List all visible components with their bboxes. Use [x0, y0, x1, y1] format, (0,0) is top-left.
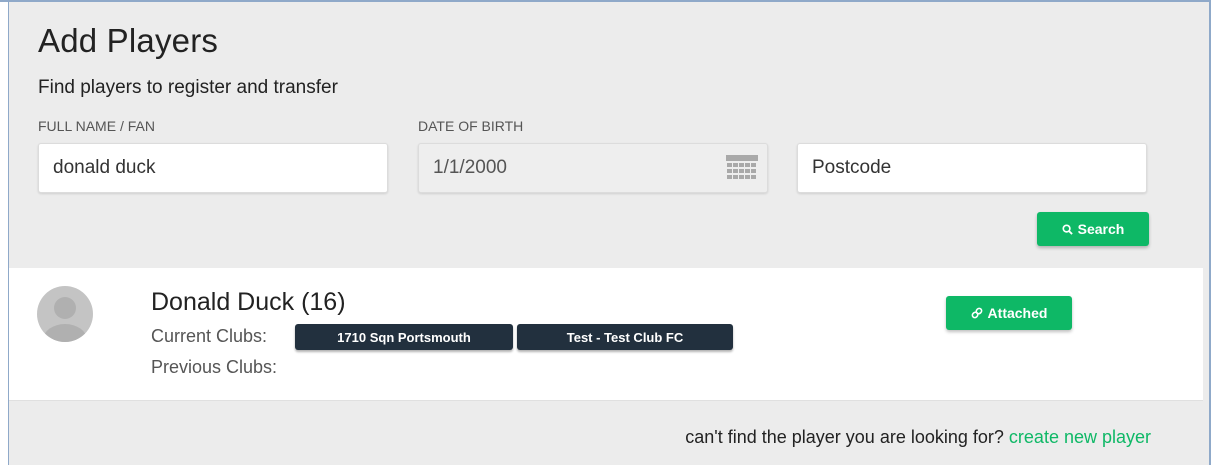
player-result-row: Donald Duck (16) Current Clubs: 1710 Sqn…: [9, 268, 1203, 401]
footer-note: can't find the player you are looking fo…: [685, 427, 1151, 448]
search-button-label: Search: [1077, 221, 1125, 237]
attached-button-label: Attached: [987, 305, 1048, 321]
club-badge: 1710 Sqn Portsmouth: [295, 324, 513, 350]
page-title: Add Players: [38, 22, 219, 59]
calendar-icon[interactable]: [726, 155, 758, 182]
previous-clubs-label: Previous Clubs:: [151, 357, 278, 377]
create-new-player-link[interactable]: create new player: [1009, 427, 1151, 447]
date-of-birth-input[interactable]: [418, 143, 768, 193]
page-subtitle: Find players to register and transfer: [38, 77, 338, 98]
attached-button[interactable]: Attached: [946, 296, 1072, 330]
search-icon: [1062, 223, 1073, 235]
full-name-label: FULL NAME / FAN: [38, 118, 155, 134]
date-of-birth-label: DATE OF BIRTH: [418, 118, 524, 134]
current-clubs-label: Current Clubs:: [151, 326, 268, 346]
link-icon: [971, 307, 982, 319]
avatar-placeholder-icon: [37, 286, 93, 342]
club-badge: Test - Test Club FC: [517, 324, 733, 350]
search-button[interactable]: Search: [1037, 212, 1149, 246]
player-name: Donald Duck (16): [151, 288, 346, 316]
postcode-input[interactable]: [797, 143, 1147, 193]
footer-prompt-text: can't find the player you are looking fo…: [685, 427, 1004, 447]
window-top-border: [0, 0, 1211, 2]
full-name-input[interactable]: [38, 143, 388, 193]
